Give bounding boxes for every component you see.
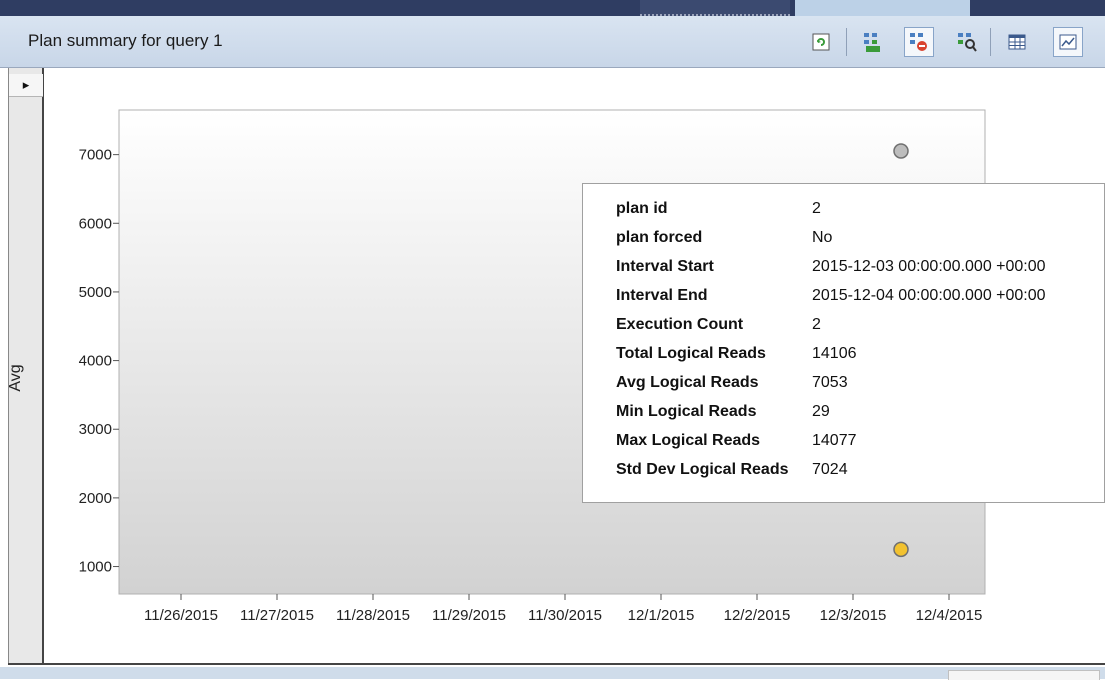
tooltip-value: 7024 [812,461,848,478]
x-tick-label: 11/26/2015 [144,607,218,624]
tooltip-label: plan id [616,200,668,217]
tooltip-row: Interval Start 2015-12-03 00:00:00.000 +0… [616,258,1046,276]
data-point[interactable] [893,143,909,159]
tooltip-value: No [812,229,833,246]
x-tick-label: 12/2/2015 [724,607,791,624]
tooltip-row: plan forced No [616,229,832,247]
tooltip-value: 2015-12-04 00:00:00.000 +00:00 [812,287,1046,304]
y-tick-label: 4000 [79,353,112,370]
tooltip-row: Avg Logical Reads 7053 [616,374,848,392]
plan-tooltip: plan id 2 plan forced No Interval Start 2015-… [582,183,1105,503]
tooltip-label: Avg Logical Reads [616,374,759,391]
tooltip-value: 2 [812,200,821,217]
tooltip-label: Execution Count [616,316,744,333]
tooltip-row: plan id 2 [616,200,821,218]
x-tick-label: 12/3/2015 [820,607,887,624]
tooltip-row: Max Logical Reads 14077 [616,432,857,450]
y-tick-label: 3000 [79,421,112,438]
tooltip-label: plan forced [616,229,703,246]
tooltip-row: Total Logical Reads 14106 [616,345,857,363]
panel-border [8,663,1105,665]
tooltip-value: 7053 [812,374,848,391]
data-point[interactable] [893,541,909,558]
x-tick-label: 11/28/2015 [336,607,410,624]
tooltip-row: Min Logical Reads 29 [616,403,830,421]
tooltip-row: Execution Count 2 [616,316,821,334]
y-tick-label: 6000 [79,215,112,232]
y-tick-label: 2000 [79,490,112,507]
x-tick-label: 12/4/2015 [916,607,983,624]
y-tick-label: 1000 [79,559,112,576]
tooltip-value: 2 [812,316,821,333]
x-tick-label: 11/27/2015 [240,607,314,624]
tooltip-label: Total Logical Reads [616,345,766,362]
x-tick-label: 11/30/2015 [528,607,602,624]
tooltip-label: Std Dev Logical Reads [616,461,789,478]
tooltip-label: Max Logical Reads [616,432,761,449]
y-tick-label: 5000 [79,284,112,301]
tooltip-value: 29 [812,403,830,420]
tooltip-value: 14077 [812,432,857,449]
bottom-panel [0,667,1105,679]
x-tick-label: 11/29/2015 [432,607,506,624]
tooltip-row: Interval End 2015-12-04 00:00:00.000 +00:… [616,287,1046,305]
tooltip-label: Interval Start [616,258,714,275]
y-tick-label: 7000 [79,147,112,164]
tooltip-row: Std Dev Logical Reads 7024 [616,461,848,479]
tooltip-value: 14106 [812,345,857,362]
tooltip-value: 2015-12-03 00:00:00.000 +00:00 [812,258,1046,275]
x-tick-label: 12/1/2015 [628,607,695,624]
tooltip-label: Interval End [616,287,708,304]
tooltip-label: Min Logical Reads [616,403,757,420]
